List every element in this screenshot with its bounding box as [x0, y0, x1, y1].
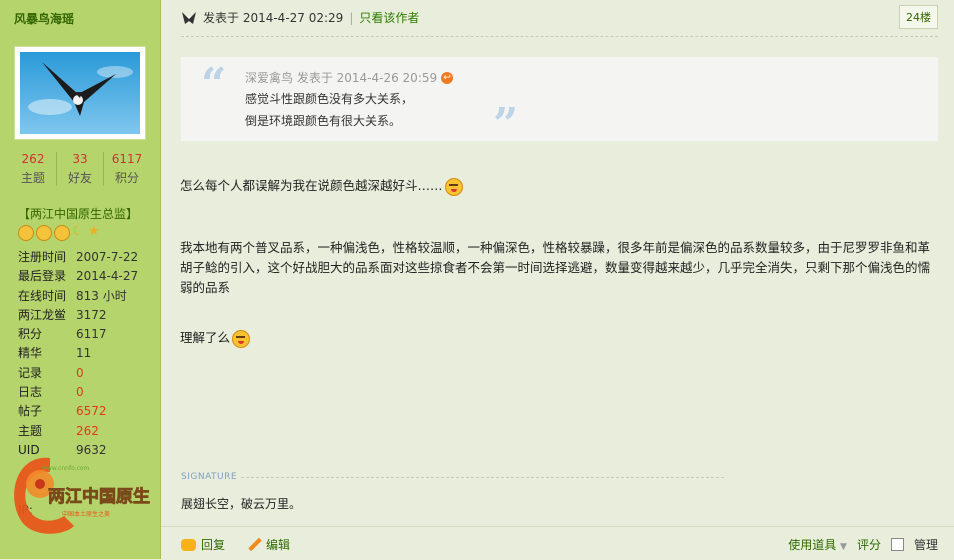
post-content-area: 发表于 2014-4-27 02:29 | 只看该作者 24楼 “ ” 深爱禽鸟… — [161, 0, 954, 559]
profile-row: 两江龙鲎 3172 — [18, 306, 138, 325]
edit-label: 编辑 — [266, 538, 291, 552]
profile-key: 帖子 — [18, 404, 43, 419]
stat-friends-value: 33 — [72, 152, 88, 166]
profile-row: 最后登录 2014-4-27 — [18, 267, 138, 286]
profile-row: 记录 0 — [18, 364, 138, 383]
close-quote-icon: ” — [493, 99, 519, 150]
pencil-icon — [247, 538, 261, 552]
sun-badge-icon — [36, 225, 52, 241]
use-tools-menu[interactable]: 使用道具 ▼ — [788, 536, 847, 553]
profile-row: 在线时间 813 小时 — [18, 287, 138, 306]
avatar-bird-image — [20, 52, 140, 134]
author-stats: 262 主题 33 好友 6117 积分 — [10, 152, 150, 186]
profile-key: 记录 — [18, 365, 43, 380]
stat-threads-value: 262 — [21, 152, 45, 166]
quote-block: “ ” 深爱禽鸟 发表于 2014-4-26 20:59 ↩ 感觉斗性跟颜色没有… — [181, 57, 938, 150]
profile-key: 积分 — [18, 327, 43, 342]
post-paragraph: 怎么每个人都误解为我在说颜色越深越好斗…… — [180, 176, 463, 196]
profile-value: 3172 — [76, 307, 107, 322]
star-badge-icon: ★ — [88, 224, 100, 239]
sun-badge-icon — [54, 225, 70, 241]
signature-label: SIGNATURE — [181, 472, 241, 482]
rate-button[interactable]: 评分 — [857, 536, 881, 553]
profile-row: 日志 0 — [18, 383, 138, 402]
rank-badges: ☾ ★ — [18, 225, 102, 241]
profile-value: 11 — [76, 346, 92, 361]
quote-text-line: 感觉斗性跟颜色没有多大关系， — [245, 92, 414, 106]
profile-value: 813 小时 — [76, 288, 127, 303]
profile-value: 2007-7-22 — [76, 250, 139, 264]
watermark-subtitle: 中国本土原生之美 — [62, 510, 110, 518]
watermark-url: www.cnnfo.com — [42, 465, 90, 472]
moon-badge-icon: ☾ — [72, 224, 84, 239]
post-paragraph-text: 理解了么 — [180, 330, 231, 345]
profile-row: 主题 262 — [18, 422, 138, 441]
edit-button[interactable]: 编辑 — [247, 536, 290, 553]
quote-meta: 深爱禽鸟 发表于 2014-4-26 20:59 ↩ — [245, 69, 454, 86]
open-quote-icon: “ — [201, 59, 227, 110]
use-tools-label: 使用道具 — [788, 538, 837, 552]
post-date: 发表于 2014-4-27 02:29 — [203, 11, 344, 25]
stat-friends[interactable]: 33 好友 — [57, 152, 104, 186]
reply-button[interactable]: 回复 — [181, 536, 225, 553]
profile-row: 帖子 6572 — [18, 402, 138, 421]
stat-credits-label: 积分 — [114, 171, 139, 185]
profile-key: 在线时间 — [18, 288, 67, 303]
floor-number-link[interactable]: 24楼 — [899, 5, 938, 29]
manage-checkbox[interactable] — [890, 538, 904, 551]
stat-threads[interactable]: 262 主题 — [10, 152, 57, 186]
quote-author-date: 深爱禽鸟 发表于 2014-4-26 20:59 — [245, 71, 438, 85]
profile-value-link[interactable]: 0 — [76, 364, 84, 383]
profile-row: 积分 6117 — [18, 325, 138, 344]
profile-details: 注册时间 2007-7-22 最后登录 2014-4-27 在线时间 813 小时 两… — [18, 248, 138, 460]
post-paragraph: 理解了么 — [180, 328, 251, 348]
header-divider — [181, 36, 938, 37]
author-sidebar: 风暴鸟海瑶 262 主题 33 好友 6117 积分 【两江中国原生总监】 ☾ … — [0, 0, 161, 559]
manage-label: 管理 — [913, 538, 938, 552]
profile-key: 日志 — [18, 385, 43, 400]
avatar[interactable] — [14, 46, 146, 140]
profile-key: 两江龙鲎 — [18, 307, 67, 322]
author-username[interactable]: 风暴鸟海瑶 — [14, 10, 74, 27]
profile-value: 2014-4-27 — [76, 269, 139, 284]
header-separator: | — [349, 10, 354, 25]
stat-credits-value: 6117 — [111, 152, 143, 166]
online-status-icon — [182, 11, 196, 24]
post-paragraph-text: 怎么每个人都误解为我在说颜色越深越好斗…… — [180, 178, 443, 193]
watermark-title: 两江中国原生 — [48, 486, 150, 507]
user-group-title[interactable]: 【两江中国原生总监】 — [18, 205, 138, 222]
jump-to-post-icon[interactable]: ↩ — [441, 71, 454, 84]
signature-text: 展翅长空，破云万里。 — [181, 497, 302, 511]
reply-label: 回复 — [201, 538, 226, 552]
signature-divider — [181, 477, 724, 478]
profile-row: 注册时间 2007-7-22 — [18, 248, 138, 267]
profile-key: 精华 — [18, 346, 43, 361]
profile-key: 最后登录 — [18, 269, 67, 284]
stat-friends-label: 好友 — [67, 171, 92, 185]
reply-icon — [181, 538, 196, 551]
smiley-icon — [232, 329, 251, 348]
quote-text-line: 倒是环境跟颜色有很大关系。 — [245, 114, 402, 128]
smiley-icon — [444, 177, 463, 196]
profile-row: 精华 11 — [18, 344, 138, 363]
post-tools: 使用道具 ▼ 评分 管理 — [788, 536, 938, 553]
stat-credits[interactable]: 6117 积分 — [104, 152, 150, 186]
profile-value: 6117 — [76, 327, 107, 342]
sun-badge-icon — [18, 225, 34, 241]
stat-threads-label: 主题 — [20, 171, 45, 185]
author-only-link[interactable]: 只看该作者 — [359, 9, 419, 26]
profile-value-link[interactable]: 6572 — [76, 402, 107, 421]
profile-key: 注册时间 — [18, 250, 67, 264]
profile-key: 主题 — [18, 423, 43, 438]
profile-value-link[interactable]: 262 — [76, 422, 99, 441]
chevron-down-icon: ▼ — [840, 542, 847, 552]
post-header: 发表于 2014-4-27 02:29 | 只看该作者 — [181, 9, 419, 26]
site-watermark-logo: www.cnnfo.com 两江中国原生 中国本土原生之美 — [14, 457, 150, 534]
profile-value-link[interactable]: 0 — [76, 383, 84, 402]
post-paragraph-text: 我本地有两个普叉品系，一种偏浅色，性格较温顺，一种偏深色，性格较暴躁，很多年前是… — [180, 240, 931, 295]
post-action-bar: 回复 编辑 使用道具 ▼ 评分 管理 — [161, 526, 954, 560]
